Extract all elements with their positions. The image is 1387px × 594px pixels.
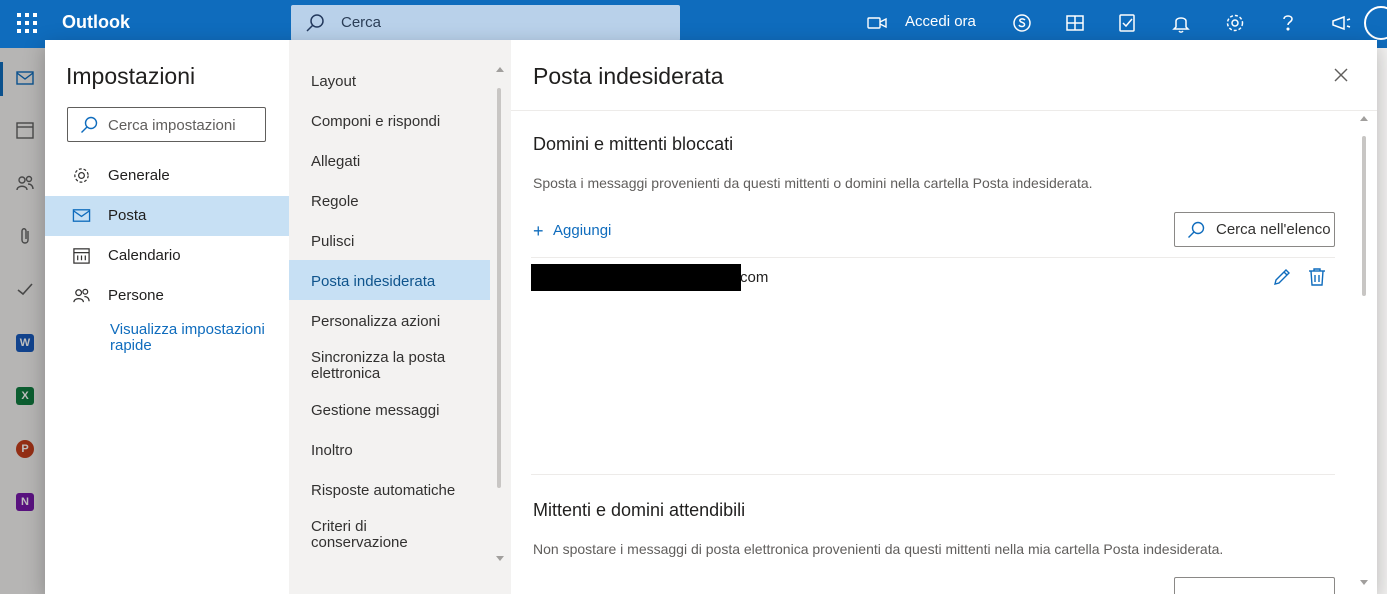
scroll-up-arrow[interactable] — [1360, 116, 1368, 121]
category-label: Calendario — [108, 247, 181, 264]
section-regole[interactable]: Regole — [289, 194, 490, 210]
todo-icon[interactable] — [1117, 12, 1139, 34]
junk-mail-panel: Posta indesiderata Domini e mittenti blo… — [511, 40, 1377, 594]
scroll-down-arrow[interactable] — [496, 556, 504, 561]
search-icon — [80, 116, 98, 134]
section-componi[interactable]: Componi e rispondi — [289, 114, 490, 130]
section-posta-indesiderata[interactable]: Posta indesiderata — [289, 260, 490, 300]
category-persone[interactable]: Persone — [45, 276, 289, 316]
blocked-entry-text: com — [740, 269, 769, 286]
section-risposte-automatiche[interactable]: Risposte automatiche — [289, 483, 490, 499]
section-allegati[interactable]: Allegati — [289, 154, 490, 170]
trash-icon[interactable] — [1308, 267, 1326, 287]
category-calendario[interactable]: Calendario — [45, 236, 289, 276]
safe-section-description: Non spostare i messaggi di posta elettro… — [533, 541, 1224, 557]
help-icon[interactable] — [1277, 12, 1299, 34]
office-icon[interactable] — [1064, 12, 1086, 34]
background-edge — [1377, 48, 1387, 594]
header-divider — [511, 110, 1377, 111]
panel-scrollbar[interactable] — [1362, 136, 1366, 296]
list-divider — [531, 257, 1335, 258]
search-box[interactable]: Cerca — [291, 5, 680, 41]
blocked-list-search[interactable]: Cerca nell'elenco — [1174, 212, 1335, 247]
mail-sections-list: Layout Componi e rispondi Allegati Regol… — [289, 40, 511, 594]
plus-icon: + — [533, 221, 544, 241]
avatar[interactable] — [1364, 6, 1387, 40]
section-inoltro[interactable]: Inoltro — [289, 443, 490, 459]
settings-search-placeholder: Cerca impostazioni — [108, 117, 236, 134]
skype-icon[interactable] — [1011, 12, 1033, 34]
settings-categories: Impostazioni Cerca impostazioni Generale… — [45, 40, 289, 594]
bell-icon[interactable] — [1170, 12, 1192, 34]
redacted-address — [531, 264, 741, 291]
quick-settings-link[interactable]: Visualizza impostazioni rapide — [110, 322, 270, 354]
add-label: Aggiungi — [553, 222, 612, 239]
add-blocked-button[interactable]: + Aggiungi — [533, 221, 611, 242]
people-icon — [72, 286, 91, 305]
scroll-down-arrow[interactable] — [1360, 580, 1368, 585]
search-icon — [1187, 221, 1205, 239]
settings-dialog: Impostazioni Cerca impostazioni Generale… — [45, 40, 1377, 594]
feedback-icon[interactable] — [1330, 12, 1352, 34]
section-divider — [531, 474, 1335, 475]
search-icon — [305, 13, 325, 33]
sections-scrollbar[interactable] — [497, 88, 501, 488]
safe-list-search[interactable] — [1174, 577, 1335, 594]
gear-icon[interactable] — [1224, 12, 1246, 34]
section-pulisci[interactable]: Pulisci — [289, 234, 490, 250]
section-criteri-conservazione[interactable]: Criteri di conservazione — [289, 519, 439, 551]
calendar-icon — [72, 246, 91, 265]
category-label: Persone — [108, 287, 164, 304]
gear-icon — [72, 166, 91, 185]
section-layout[interactable]: Layout — [289, 74, 490, 90]
app-launcher-icon[interactable] — [16, 12, 38, 34]
edit-icon[interactable] — [1272, 267, 1292, 287]
section-sincronizza[interactable]: Sincronizza la posta elettronica — [289, 350, 479, 382]
scroll-up-arrow[interactable] — [496, 67, 504, 72]
category-label: Posta — [108, 207, 147, 224]
category-posta[interactable]: Posta — [45, 196, 289, 236]
category-label: Generale — [108, 167, 170, 184]
section-personalizza-azioni[interactable]: Personalizza azioni — [289, 314, 490, 330]
app-brand[interactable]: Outlook — [62, 12, 130, 33]
safe-section-title: Mittenti e domini attendibili — [533, 500, 746, 520]
panel-title: Posta indesiderata — [533, 63, 724, 89]
video-meeting-icon[interactable] — [866, 12, 888, 34]
join-now-button[interactable]: Accedi ora — [905, 13, 976, 30]
settings-search-input[interactable]: Cerca impostazioni — [67, 107, 266, 142]
blocked-section-description: Sposta i messaggi provenienti da questi … — [533, 175, 1093, 191]
settings-title: Impostazioni — [66, 63, 196, 89]
list-search-placeholder: Cerca nell'elenco — [1216, 221, 1331, 238]
category-generale[interactable]: Generale — [45, 156, 289, 196]
search-placeholder: Cerca — [341, 14, 382, 31]
blocked-section-title: Domini e mittenti bloccati — [533, 134, 734, 154]
section-gestione-messaggi[interactable]: Gestione messaggi — [289, 403, 490, 419]
close-icon[interactable] — [1331, 65, 1351, 85]
mail-icon — [72, 206, 91, 225]
